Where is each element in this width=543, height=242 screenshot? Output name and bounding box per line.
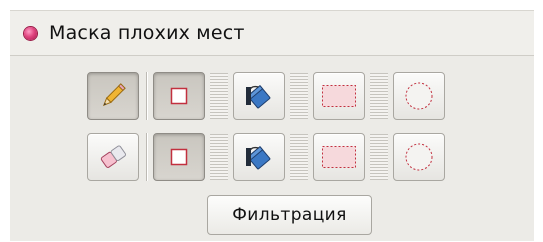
toolbar-row-draw (87, 71, 445, 121)
toolbar-separator (146, 133, 147, 181)
rectangle-select-button[interactable] (313, 133, 365, 181)
paint-bucket-icon (246, 85, 271, 109)
toolbar-separator (146, 72, 147, 120)
pencil-icon (102, 83, 126, 107)
paint-bucket-icon (246, 146, 271, 170)
toolbar-grip[interactable] (370, 134, 388, 180)
toolbar-grip[interactable] (290, 134, 308, 180)
filtering-button[interactable]: Фильтрация (207, 195, 372, 235)
toolbar-grip[interactable] (210, 73, 228, 119)
eraser-icon (100, 145, 126, 168)
panel-header[interactable]: Маска плохих мест (10, 11, 534, 56)
panel-title: Маска плохих мест (49, 22, 245, 44)
dashed-rectangle-icon (322, 146, 356, 168)
eraser-tool-button[interactable] (87, 133, 139, 181)
dashed-circle-icon (405, 82, 433, 110)
fill-tool-button[interactable] (233, 72, 285, 120)
fill-tool-button[interactable] (233, 133, 285, 181)
rectangle-mode-button[interactable] (153, 133, 205, 181)
rectangle-select-button[interactable] (313, 72, 365, 120)
ellipse-select-button[interactable] (393, 133, 445, 181)
toolbar-grip[interactable] (290, 73, 308, 119)
square-icon (170, 87, 188, 105)
toolbar-grip[interactable] (210, 134, 228, 180)
square-icon (170, 148, 188, 166)
ellipse-select-button[interactable] (393, 72, 445, 120)
dashed-rectangle-icon (322, 85, 356, 107)
pencil-tool-button[interactable] (87, 72, 139, 120)
toolbar-row-erase (87, 132, 445, 182)
rectangle-mode-button[interactable] (153, 72, 205, 120)
bad-spots-mask-panel: Маска плохих мест Фильтрация (10, 10, 534, 241)
dashed-circle-icon (405, 143, 433, 171)
toolbar-grip[interactable] (370, 73, 388, 119)
panel-bullet-icon (24, 26, 37, 40)
